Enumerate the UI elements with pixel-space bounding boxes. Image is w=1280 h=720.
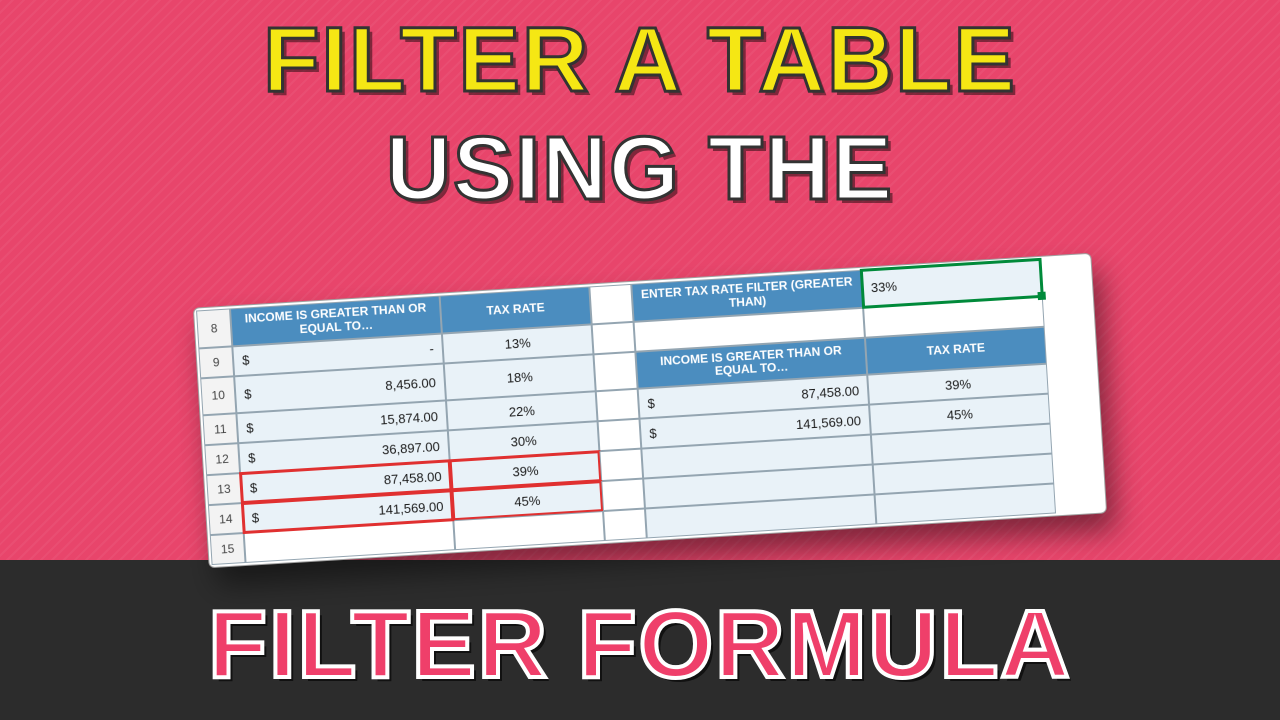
gap-cell	[592, 321, 636, 354]
gap-cell	[593, 351, 637, 391]
gap-cell	[598, 419, 642, 452]
row-number: 9	[198, 346, 234, 378]
row-number: 11	[202, 413, 238, 445]
title-line-3: FILTER FORMULA	[0, 590, 1280, 700]
row-number: 14	[208, 503, 244, 535]
gap-cell	[603, 509, 647, 542]
gap-cell	[596, 389, 640, 422]
row-number: 10	[200, 376, 236, 416]
spreadsheet-mock: 8 INCOME IS GREATER THAN OR EQUAL TO… TA…	[193, 253, 1107, 569]
row-number: 12	[204, 443, 240, 475]
gap-cell	[589, 284, 633, 324]
row-number: 13	[206, 473, 242, 505]
title-line-1: FILTER A TABLE	[0, 8, 1280, 113]
row-number: 15	[210, 533, 246, 565]
row-number: 8	[196, 308, 232, 348]
title-line-2: USING THE	[0, 118, 1280, 221]
spreadsheet-grid: 8 INCOME IS GREATER THAN OR EQUAL TO… TA…	[193, 253, 1107, 569]
gap-cell	[599, 449, 643, 482]
gap-cell	[601, 479, 645, 512]
